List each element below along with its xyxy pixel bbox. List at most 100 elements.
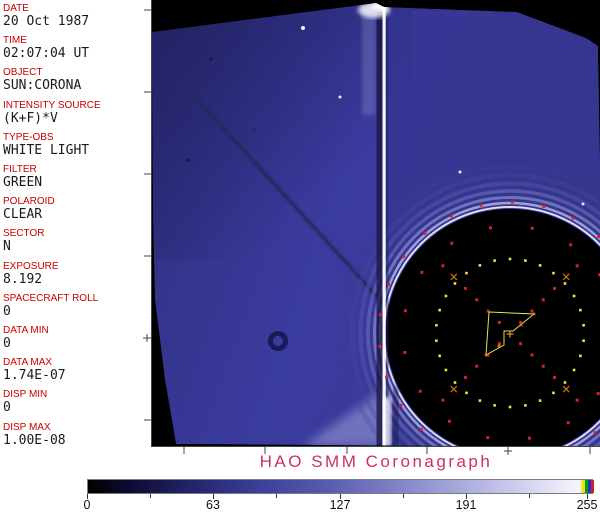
metadata-label: FILTER	[3, 164, 37, 175]
image-canvas[interactable]	[152, 0, 600, 447]
metadata-value: SUN:CORONA	[3, 78, 82, 94]
yellow-ring-dot	[438, 354, 441, 358]
metadata-value: GREEN	[3, 175, 43, 190]
metadata-value: 0	[3, 303, 11, 319]
yellow-ring-dot	[478, 399, 482, 402]
metadata-label: DISP MAX	[3, 421, 51, 433]
ray-dot	[441, 398, 445, 402]
outer-red-ring-dot	[510, 200, 514, 204]
yellow-ring-dot	[579, 308, 582, 312]
metadata-label: POLAROID	[3, 196, 55, 208]
yellow-ring-dot	[508, 405, 512, 409]
metadata-field: DISP MIN 0	[3, 389, 151, 415]
metadata-label: DATA MIN	[3, 325, 49, 336]
outer-red-ring-dot	[423, 231, 427, 235]
colorbar-minor-tick	[403, 494, 404, 498]
yellow-ring-dot	[552, 391, 555, 395]
ray-dot	[575, 264, 579, 268]
metadata-field: DATA MIN 0	[3, 325, 151, 351]
middle-red-ring-dot	[418, 389, 422, 393]
metadata-label: DATA MAX	[3, 357, 53, 369]
metadata-value: WHITE LIGHT	[3, 142, 90, 158]
ray-dot	[463, 286, 467, 290]
outer-red-ring-dot	[593, 431, 597, 435]
metadata-label: OBJECT	[3, 67, 43, 79]
metadata-field: INTENSITY SOURCE (K+F)*V	[3, 100, 151, 126]
metadata-value: 1.00E-08	[3, 432, 66, 448]
outer-red-ring-dot	[419, 427, 423, 431]
middle-red-ring-dot	[489, 226, 493, 230]
yellow-ring-dot	[572, 294, 576, 298]
yellow-ring-dot	[438, 308, 441, 312]
metadata-value: 20 Oct 1987	[3, 14, 90, 29]
middle-red-ring-dot	[596, 392, 600, 396]
metadata-field: OBJECT SUN:CORONA	[3, 67, 151, 93]
outer-red-ring-dot	[445, 446, 449, 447]
metadata-label: DATE	[3, 3, 29, 14]
yellow-ring-dot	[435, 339, 438, 343]
ray-dot	[463, 376, 467, 380]
ray-dot	[497, 342, 501, 346]
metadata-value: 0	[3, 400, 11, 416]
middle-red-ring-dot	[530, 226, 534, 230]
outer-red-ring-dot	[571, 216, 575, 220]
yellow-ring-dot	[465, 271, 468, 275]
coronagraph-image	[152, 3, 600, 447]
ray-dot	[575, 398, 579, 402]
metadata-value: 02:07:04 UT	[3, 46, 90, 62]
colorbar-minor-tick	[529, 494, 530, 498]
metadata-field: TYPE-OBS WHITE LIGHT	[3, 132, 151, 158]
metadata-field: FILTER GREEN	[3, 164, 151, 190]
outer-red-ring-dot	[378, 344, 382, 348]
metadata-value: N	[3, 239, 11, 255]
outer-red-ring-dot	[402, 255, 406, 259]
polygon-vertex-dot	[484, 353, 488, 357]
yellow-ring-dot	[572, 368, 576, 372]
yellow-ring-dot	[465, 391, 468, 395]
metadata-label: SECTOR	[3, 228, 45, 240]
middle-red-ring-dot	[420, 270, 424, 274]
metadata-value: CLEAR	[3, 207, 43, 223]
yellow-ring-dot	[435, 323, 438, 327]
yellow-ring-dot	[444, 368, 448, 372]
metadata-label: TIME	[3, 35, 27, 47]
app-window: DATE 20 Oct 1987 TIME 02:07:04 UT OBJECT SUN:…	[0, 0, 600, 512]
middle-red-ring-dot	[447, 419, 451, 423]
colorbar	[87, 479, 594, 494]
metadata-value: 0	[3, 336, 11, 351]
ray-dot	[497, 320, 501, 324]
yellow-ring-dot	[579, 354, 582, 358]
metadata-field: POLAROID CLEAR	[3, 196, 151, 222]
ray-dot	[541, 364, 545, 368]
yellow-ring-dot	[453, 381, 457, 384]
yellow-ring-dot	[538, 264, 542, 267]
metadata-field: SECTOR N	[3, 228, 151, 254]
outer-red-ring-dot	[449, 214, 453, 218]
yellow-ring-dot	[524, 404, 527, 407]
polygon-vertex-dot	[519, 323, 523, 327]
yellow-ring-dot	[563, 282, 567, 285]
ray-dot	[553, 286, 557, 290]
colorbar-tick-label: 255	[576, 498, 598, 512]
yellow-ring-dot	[524, 259, 527, 262]
middle-red-ring-dot	[450, 241, 454, 245]
outer-red-ring-dot	[479, 203, 483, 207]
ray-dot	[519, 342, 523, 346]
ray-dot	[441, 264, 445, 268]
ray-dot	[475, 298, 479, 302]
colorbar-gradient	[88, 480, 592, 493]
polygon-vertex-dot	[497, 344, 501, 348]
middle-red-ring-dot	[486, 436, 490, 440]
yellow-ring-dot	[563, 381, 567, 384]
yellow-ring-dot	[453, 282, 457, 285]
metadata-panel: DATE 20 Oct 1987 TIME 02:07:04 UT OBJECT SUN:…	[0, 0, 152, 448]
ray-dot	[530, 353, 534, 357]
colorbar-end-stripe	[590, 480, 594, 493]
metadata-field: DATA MAX 1.74E-07	[3, 357, 151, 383]
middle-red-ring-dot	[569, 243, 573, 247]
middle-red-ring-dot	[566, 421, 570, 425]
colorbar-tick-label: 127	[329, 498, 351, 512]
yellow-ring-dot	[478, 264, 482, 267]
yellow-ring-dot	[538, 399, 542, 402]
yellow-ring-dot	[493, 259, 496, 262]
